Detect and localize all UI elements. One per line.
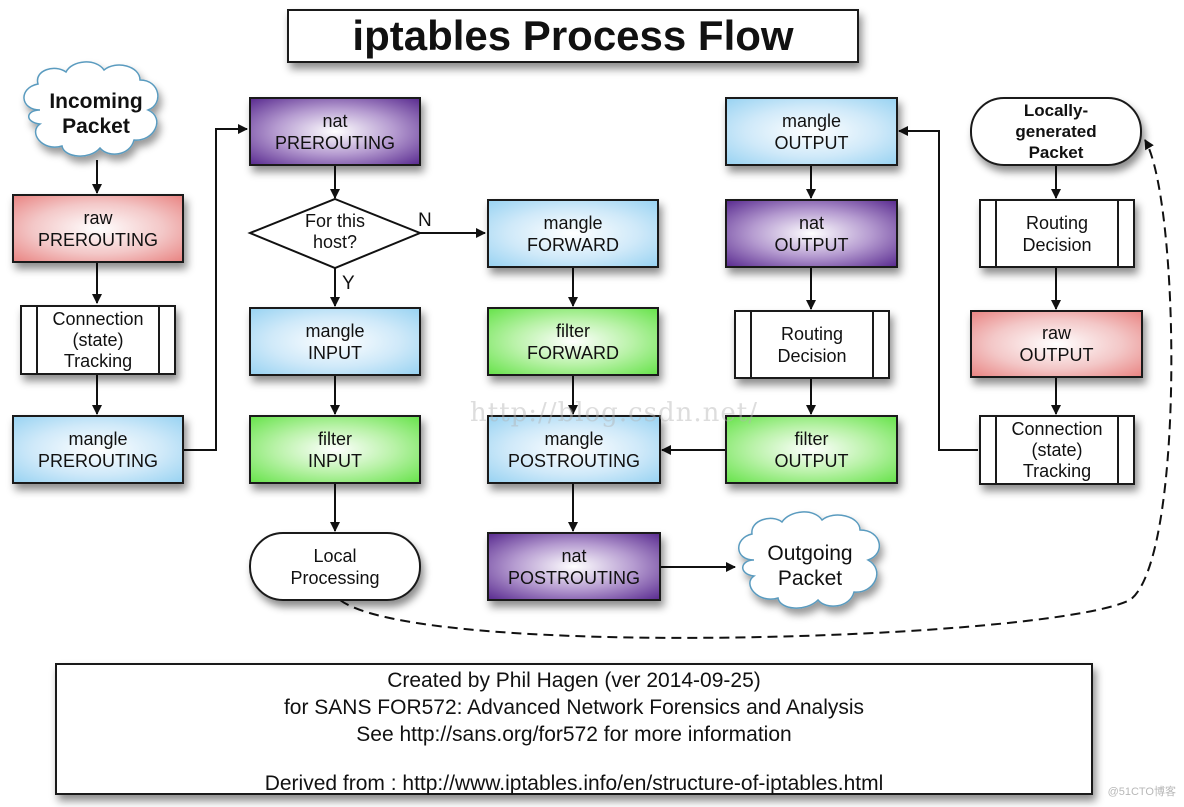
mangle-prerouting-node: mangle PREROUTING bbox=[12, 415, 184, 484]
node-label-1: Locally- bbox=[1023, 101, 1089, 120]
node-chain-label: OUTPUT bbox=[774, 234, 849, 255]
node-table-label: filter bbox=[794, 428, 829, 449]
node-label-1: Routing bbox=[1025, 212, 1089, 233]
node-label-1: Routing bbox=[780, 323, 844, 344]
node-chain-label: PREROUTING bbox=[37, 229, 158, 250]
node-table-label: nat bbox=[322, 110, 348, 131]
mangle-forward-node: mangle FORWARD bbox=[487, 199, 659, 268]
incoming-packet-label: Incoming Packet bbox=[40, 89, 152, 139]
edge-conntrack-to-mangle-out bbox=[898, 126, 978, 451]
incoming-packet-line1: Incoming bbox=[49, 90, 143, 113]
node-label-2: (state) bbox=[72, 329, 124, 350]
locally-generated-node: Locally- generated Packet bbox=[970, 97, 1142, 166]
node-chain-label: POSTROUTING bbox=[507, 567, 640, 588]
nat-postrouting-node: nat POSTROUTING bbox=[487, 532, 661, 601]
outgoing-packet-label: Outgoing Packet bbox=[755, 541, 865, 591]
decision-line1: For this bbox=[304, 211, 365, 231]
credits-course: for SANS FOR572: Advanced Network Forens… bbox=[283, 696, 865, 719]
node-table-label: mangle bbox=[68, 428, 128, 449]
outgoing-packet-line2: Packet bbox=[777, 567, 843, 590]
credits-author: Created by Phil Hagen (ver 2014-09-25) bbox=[387, 669, 761, 692]
routing-decision-local-node: Routing Decision bbox=[979, 199, 1135, 268]
node-label-2: Decision bbox=[1022, 234, 1092, 255]
raw-prerouting-node: raw PREROUTING bbox=[12, 194, 184, 263]
node-chain-label: OUTPUT bbox=[774, 450, 849, 471]
node-label-2: generated bbox=[1015, 122, 1097, 141]
local-processing-node: Local Processing bbox=[249, 532, 421, 601]
node-label-2: Decision bbox=[777, 345, 847, 366]
node-table-label: nat bbox=[561, 545, 587, 566]
conntrack-out-node: Connection (state) Tracking bbox=[979, 415, 1135, 485]
watermark-text: http://blog.csdn.net/ bbox=[470, 398, 758, 428]
decision-no-label: N bbox=[418, 210, 432, 231]
edge-mangle-pre-to-nat-pre bbox=[183, 124, 248, 451]
node-label-1: Connection bbox=[52, 308, 144, 329]
node-table-label: filter bbox=[555, 320, 590, 341]
node-label-2: (state) bbox=[1031, 439, 1083, 460]
node-table-label: raw bbox=[1041, 323, 1071, 343]
node-table-label: mangle bbox=[781, 110, 842, 131]
incoming-packet-line2: Packet bbox=[62, 115, 130, 138]
node-label-3: Packet bbox=[1028, 143, 1084, 162]
node-chain-label: PREROUTING bbox=[37, 450, 158, 471]
mangle-input-node: mangle INPUT bbox=[249, 307, 421, 376]
routing-decision-out-node: Routing Decision bbox=[734, 310, 890, 379]
raw-output-node: raw OUTPUT bbox=[970, 310, 1143, 378]
corner-watermark: @51CTO博客 bbox=[1107, 786, 1176, 798]
node-chain-label: FORWARD bbox=[527, 234, 619, 255]
conntrack-in-node: Connection (state) Tracking bbox=[20, 305, 176, 375]
node-chain-label: INPUT bbox=[308, 342, 362, 363]
node-table-label: raw bbox=[83, 207, 113, 228]
outgoing-packet-line1: Outgoing bbox=[767, 542, 853, 565]
node-chain-label: PREROUTING bbox=[274, 132, 395, 153]
filter-forward-node: filter FORWARD bbox=[487, 307, 659, 376]
diagram-title: iptables Process Flow bbox=[287, 9, 859, 63]
node-table-label: nat bbox=[798, 212, 825, 233]
node-chain-label: OUTPUT bbox=[1019, 345, 1094, 365]
mangle-output-node: mangle OUTPUT bbox=[725, 97, 898, 166]
filter-input-node: filter INPUT bbox=[249, 415, 421, 484]
nat-output-node: nat OUTPUT bbox=[725, 199, 898, 268]
node-label-1: Local bbox=[313, 545, 357, 566]
node-label-3: Tracking bbox=[1022, 460, 1092, 481]
node-label-3: Tracking bbox=[63, 350, 133, 371]
node-table-label: mangle bbox=[544, 428, 604, 449]
credits-more-info: See http://sans.org/for572 for more info… bbox=[356, 723, 792, 746]
node-table-label: filter bbox=[317, 428, 352, 449]
credits-box: Created by Phil Hagen (ver 2014-09-25) f… bbox=[55, 663, 1093, 795]
credits-source: Derived from : http://www.iptables.info/… bbox=[264, 772, 884, 795]
node-table-label: mangle bbox=[305, 320, 365, 341]
node-chain-label: OUTPUT bbox=[774, 132, 849, 153]
node-chain-label: POSTROUTING bbox=[507, 450, 640, 471]
node-chain-label: INPUT bbox=[308, 450, 362, 471]
decision-question: For this host? bbox=[285, 211, 385, 253]
node-chain-label: FORWARD bbox=[527, 342, 619, 363]
decision-line2: host? bbox=[312, 232, 358, 252]
node-table-label: mangle bbox=[543, 212, 603, 233]
node-label-2: Processing bbox=[290, 567, 380, 588]
node-label-1: Connection bbox=[1011, 418, 1103, 439]
nat-prerouting-node: nat PREROUTING bbox=[249, 97, 421, 166]
credits-spacer bbox=[57, 748, 1091, 770]
decision-yes-label: Y bbox=[342, 273, 355, 294]
